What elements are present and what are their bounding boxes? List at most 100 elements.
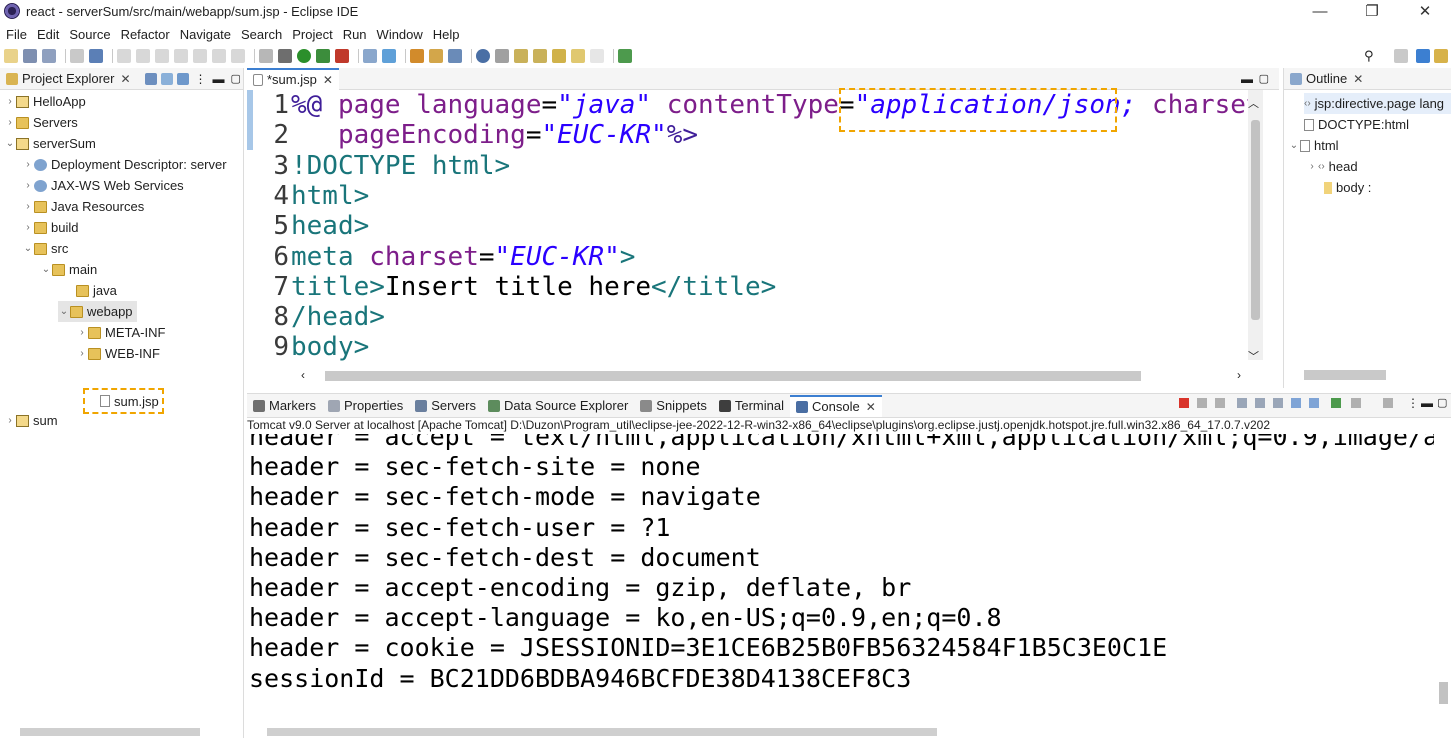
close-icon[interactable]: ✕ [1353, 72, 1363, 86]
code-line[interactable]: 2 pageEncoding = "EUC-KR" %> [247, 120, 698, 150]
chevron-down-icon[interactable]: ⌄ [4, 138, 16, 149]
search-icon[interactable]: ⚲ [1364, 49, 1378, 63]
horizontal-scrollbar[interactable] [1304, 370, 1386, 380]
tab-terminal[interactable]: Terminal [713, 395, 790, 417]
tab-outline[interactable]: Outline ✕ [1284, 68, 1369, 90]
remove-launch-icon[interactable] [1197, 398, 1207, 408]
menu-window[interactable]: Window [377, 27, 423, 42]
next-annotation-icon[interactable] [514, 49, 528, 63]
java-perspective-icon[interactable] [1434, 49, 1448, 63]
last-edit-icon[interactable] [552, 49, 566, 63]
disconnect-icon[interactable] [193, 49, 207, 63]
menu-project[interactable]: Project [292, 27, 332, 42]
tree-item-servers[interactable]: › Servers [4, 112, 77, 133]
tree-item-webapp[interactable]: ⌄ webapp [58, 301, 137, 322]
collapse-all-icon[interactable] [144, 72, 157, 85]
remove-all-icon[interactable] [1215, 398, 1225, 408]
search-tool-icon[interactable] [448, 49, 462, 63]
tree-item-sum-jsp[interactable]: sum.jsp [83, 388, 164, 414]
outline-item-head[interactable]: › ‹› head [1306, 156, 1357, 177]
chevron-down-icon[interactable]: ⌄ [58, 306, 70, 317]
print-icon[interactable] [70, 49, 84, 63]
forward-icon[interactable] [590, 49, 604, 63]
code-line[interactable]: 8/head> [247, 302, 385, 332]
horizontal-scrollbar[interactable] [267, 728, 937, 736]
menu-search[interactable]: Search [241, 27, 282, 42]
menu-file[interactable]: File [6, 27, 27, 42]
outline-item-body[interactable]: body : [1324, 177, 1371, 198]
scroll-lock-icon[interactable] [1255, 398, 1265, 408]
tab-console[interactable]: Console ✕ [790, 394, 882, 417]
chevron-right-icon[interactable]: › [4, 117, 16, 128]
tree-item-helloapp[interactable]: › HelloApp [4, 91, 85, 112]
vertical-scrollbar[interactable] [1248, 90, 1263, 360]
java-ee-perspective-icon[interactable] [1416, 49, 1430, 63]
chevron-right-icon[interactable]: › [4, 96, 16, 107]
minimize-icon[interactable]: ▬ [1241, 72, 1253, 86]
chevron-right-icon[interactable]: › [22, 159, 34, 170]
tree-item-deployment-descriptor[interactable]: › Deployment Descriptor: server [22, 154, 226, 175]
chevron-right-icon[interactable]: › [76, 327, 88, 338]
tree-item-src[interactable]: ⌄ src [22, 238, 69, 259]
external-tools-icon[interactable] [335, 49, 349, 63]
maximize-icon[interactable]: ▢ [1437, 396, 1447, 409]
chevron-right-icon[interactable]: › [22, 180, 34, 191]
web-browser-icon[interactable] [476, 49, 490, 63]
chevron-right-icon[interactable]: › [4, 415, 16, 426]
close-icon[interactable]: ✕ [323, 73, 333, 87]
word-wrap-icon[interactable] [1273, 398, 1283, 408]
pin-console-icon[interactable] [1331, 398, 1341, 408]
menu-help[interactable]: Help [433, 27, 460, 42]
minimize-icon[interactable]: ▬ [213, 72, 225, 86]
console-output[interactable]: header = accept = text/html,application/… [249, 434, 1434, 714]
chevron-right-icon[interactable]: › [22, 201, 34, 212]
tab-data-source-explorer[interactable]: Data Source Explorer [482, 395, 634, 417]
scroll-right-icon[interactable]: › [1237, 368, 1241, 382]
tree-item-main[interactable]: ⌄ main [40, 259, 97, 280]
terminate-icon[interactable] [174, 49, 188, 63]
code-line[interactable]: 5 head> [247, 211, 369, 241]
chevron-down-icon[interactable]: ⌄ [40, 264, 52, 275]
save-all-icon[interactable] [42, 49, 56, 63]
menu-run[interactable]: Run [343, 27, 367, 42]
open-console-icon[interactable] [1383, 398, 1393, 408]
resume-icon[interactable] [136, 49, 150, 63]
debug-icon[interactable] [278, 49, 292, 63]
run-config-icon[interactable] [316, 49, 330, 63]
outline-item-directive[interactable]: ‹› jsp:directive.page lang [1304, 93, 1451, 114]
annotation-icon[interactable] [495, 49, 509, 63]
menu-navigate[interactable]: Navigate [180, 27, 231, 42]
code-line[interactable]: 9 body> [247, 332, 369, 362]
tree-item-jax-ws[interactable]: › JAX-WS Web Services [22, 175, 183, 196]
save-icon[interactable] [23, 49, 37, 63]
link-editor-icon[interactable] [160, 72, 173, 85]
show-stderr-icon[interactable] [1309, 398, 1319, 408]
step-into-icon[interactable] [212, 49, 226, 63]
tree-item-java[interactable]: java [64, 280, 117, 301]
tab-properties[interactable]: Properties [322, 395, 409, 417]
tree-item-web-inf[interactable]: › WEB-INF [76, 343, 160, 364]
code-line[interactable]: 6 meta charset = "EUC-KR" > [247, 242, 635, 272]
chevron-right-icon[interactable]: › [1306, 161, 1318, 172]
horizontal-scrollbar[interactable]: ‹ › [301, 368, 1241, 384]
menu-edit[interactable]: Edit [37, 27, 59, 42]
tree-item-build[interactable]: › build [22, 217, 78, 238]
open-type-icon[interactable] [410, 49, 424, 63]
tab-sum-jsp[interactable]: *sum.jsp ✕ [247, 67, 339, 90]
new-server-icon[interactable] [363, 49, 377, 63]
chevron-right-icon[interactable]: › [22, 222, 34, 233]
maximize-icon[interactable]: ▢ [231, 72, 241, 85]
display-console-icon[interactable] [1351, 398, 1361, 408]
view-menu-icon[interactable]: ⋮ [195, 72, 207, 86]
chevron-right-icon[interactable]: › [76, 348, 88, 359]
code-line[interactable]: 4 html> [247, 181, 369, 211]
new-class-icon[interactable] [382, 49, 396, 63]
scroll-down-icon[interactable]: ﹀ [1248, 348, 1259, 364]
filter-icon[interactable] [176, 72, 189, 85]
chevron-down-icon[interactable]: ⌄ [1288, 140, 1300, 151]
vertical-scrollbar[interactable] [1435, 434, 1451, 724]
open-perspective-icon[interactable] [1394, 49, 1408, 63]
chevron-down-icon[interactable]: ⌄ [22, 243, 34, 254]
close-icon[interactable]: ✕ [120, 72, 130, 86]
step-over-icon[interactable] [231, 49, 245, 63]
